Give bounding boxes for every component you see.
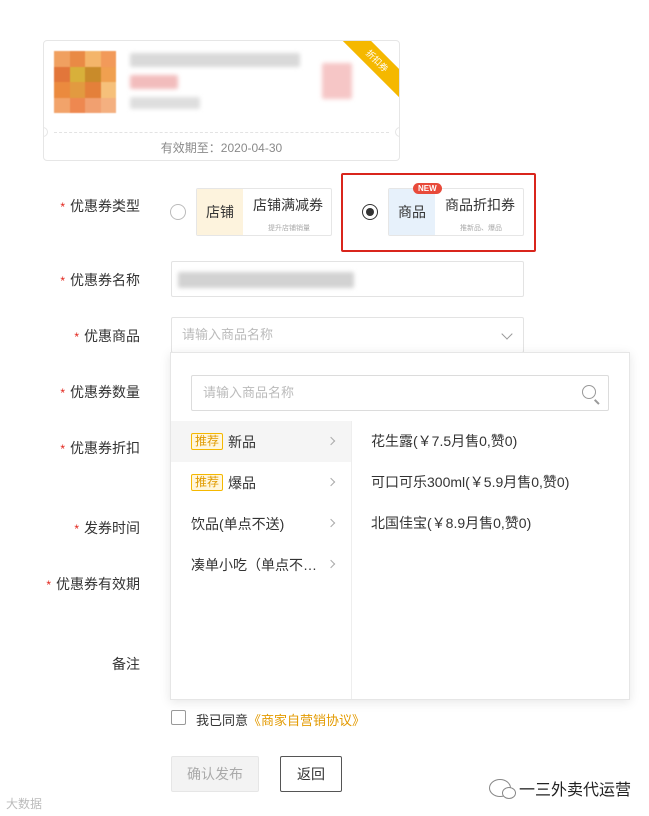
blurred-shop-image	[54, 51, 116, 113]
chevron-right-icon	[326, 518, 336, 528]
blurred-condition	[130, 97, 200, 109]
blurred-shop-name	[130, 53, 300, 67]
goods-coupon-title: 商品折扣券	[445, 197, 515, 213]
coupon-notch-left	[44, 127, 48, 137]
watermark-right-text: 一三外卖代运营	[519, 782, 632, 799]
coupon-discount-label: * 优惠券折扣	[60, 440, 140, 456]
wechat-icon	[489, 779, 516, 799]
coupon-notch-right	[395, 127, 399, 137]
watermark-right: 一三外卖代运营	[489, 776, 631, 800]
category-item[interactable]: 推荐 新品	[171, 421, 351, 462]
goods-coupon-sub: 推新品、爆品	[460, 225, 502, 232]
recommend-tag: 推荐	[191, 433, 224, 450]
back-button[interactable]: 返回	[280, 756, 342, 792]
goods-item[interactable]: 花生露(￥7.5月售0,赞0)	[371, 421, 629, 462]
coupon-divider	[54, 132, 389, 133]
chevron-right-icon	[326, 559, 336, 569]
new-badge: NEW	[413, 183, 442, 194]
goods-select-placeholder: 请输入商品名称	[182, 327, 274, 342]
dropdown-search-placeholder: 请输入商品名称	[203, 385, 295, 400]
category-item[interactable]: 推荐 爆品	[171, 462, 351, 503]
coupon-validity-label: * 优惠券有效期	[46, 576, 140, 592]
goods-select[interactable]: 请输入商品名称	[171, 317, 524, 353]
radio-shop-coupon[interactable]	[170, 204, 186, 220]
issue-time-label: * 发券时间	[74, 520, 140, 536]
confirm-publish-button[interactable]: 确认发布	[171, 756, 259, 792]
watermark-left: 大数据	[6, 797, 43, 811]
option-shop-coupon[interactable]: 店铺 店铺满减券 提升店铺销量	[196, 188, 332, 236]
remark-label: 备注	[112, 656, 140, 672]
category-label: 凑单小吃（单点不…	[191, 556, 317, 573]
coupon-name-label: * 优惠券名称	[60, 272, 140, 288]
agreement-text: 我已同意《商家自营销协议》	[196, 710, 365, 729]
category-item[interactable]: 饮品(单点不送)	[171, 503, 351, 544]
shop-coupon-sub: 提升店铺销量	[268, 225, 310, 232]
agreement-link[interactable]: 《商家自营销协议》	[248, 713, 365, 728]
coupon-name-input[interactable]	[171, 261, 524, 297]
coupon-quantity-label: * 优惠券数量	[60, 384, 140, 400]
goods-list: 花生露(￥7.5月售0,赞0) 可口可乐300ml(￥5.9月售0,赞0) 北国…	[371, 421, 629, 544]
blurred-value	[322, 63, 352, 99]
coupon-preview-card: 折扣券 有效期至：2020-04-30	[43, 40, 400, 161]
chevron-right-icon	[326, 436, 336, 446]
blurred-discount	[130, 75, 178, 89]
chevron-right-icon	[326, 477, 336, 487]
category-label: 爆品	[228, 474, 257, 491]
chevron-down-icon	[501, 328, 513, 340]
blurred-coupon-name	[178, 272, 354, 288]
goods-dropdown: 请输入商品名称 推荐 新品 推荐 爆品 饮品(单点不送) 凑单小吃（单点不… 花…	[170, 352, 630, 700]
coupon-goods-label: * 优惠商品	[74, 328, 140, 344]
coupon-type-label: * 优惠券类型	[60, 198, 140, 214]
coupon-validity-text: 有效期至：2020-04-30	[160, 141, 283, 155]
category-label: 饮品(单点不送)	[191, 515, 285, 532]
search-icon[interactable]	[582, 385, 596, 399]
dropdown-search-input[interactable]: 请输入商品名称	[191, 375, 609, 411]
goods-tag: 商品	[389, 189, 435, 235]
recommend-tag: 推荐	[191, 474, 224, 491]
goods-item[interactable]: 北国佳宝(￥8.9月售0,赞0)	[371, 503, 629, 544]
shop-tag: 店铺	[197, 189, 243, 235]
category-label: 新品	[228, 433, 257, 450]
agreement-prefix: 我已同意	[196, 713, 249, 728]
goods-item[interactable]: 可口可乐300ml(￥5.9月售0,赞0)	[371, 462, 629, 503]
category-list: 推荐 新品 推荐 爆品 饮品(单点不送) 凑单小吃（单点不…	[171, 421, 352, 699]
category-item[interactable]: 凑单小吃（单点不…	[171, 544, 351, 585]
radio-goods-coupon[interactable]	[362, 204, 378, 220]
option-goods-coupon[interactable]: 商品 商品折扣券 推新品、爆品 NEW	[388, 183, 524, 236]
shop-coupon-title: 店铺满减券	[253, 197, 323, 213]
agree-checkbox[interactable]	[171, 710, 186, 725]
